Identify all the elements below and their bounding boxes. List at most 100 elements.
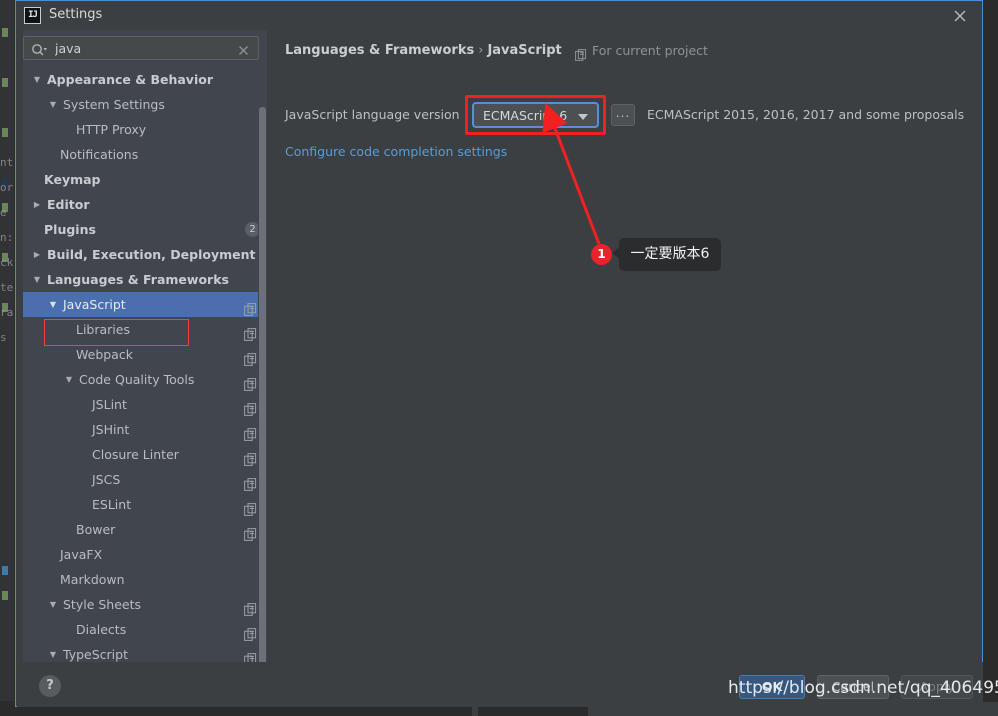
sidebar-item-build-execution-deployment[interactable]: ▶ Build, Execution, Deployment: [23, 242, 267, 267]
search-icon: [31, 42, 48, 61]
search-area: [23, 36, 267, 62]
sidebar-item-jslint[interactable]: JSLint: [23, 392, 267, 417]
copy-settings-icon[interactable]: [244, 473, 257, 491]
configure-code-completion-link[interactable]: Configure code completion settings: [285, 144, 507, 159]
sidebar-item-label: Editor: [47, 197, 90, 212]
chevron-down-icon[interactable]: ▼: [47, 592, 59, 617]
breadcrumb-current: JavaScript: [487, 43, 562, 58]
intellij-logo-icon: IJ: [24, 7, 41, 24]
settings-tree[interactable]: ▼ Appearance & Behavior ▼ System Settings HT…: [23, 67, 267, 662]
copy-settings-icon[interactable]: [244, 598, 257, 616]
sidebar-item-label: TypeScript: [63, 647, 128, 662]
sidebar-item-code-quality-tools[interactable]: ▼ Code Quality Tools: [23, 367, 267, 392]
copy-settings-icon[interactable]: [244, 348, 257, 366]
sidebar-item-keymap[interactable]: Keymap: [23, 167, 267, 192]
copy-settings-icon[interactable]: [244, 373, 257, 391]
copy-settings-icon[interactable]: [244, 648, 257, 662]
chevron-down-icon: [578, 114, 588, 120]
sidebar-item-dialects[interactable]: Dialects: [23, 617, 267, 642]
copy-settings-icon[interactable]: [244, 448, 257, 466]
sidebar-item-label: Plugins: [44, 222, 96, 237]
chevron-down-icon[interactable]: ▼: [63, 367, 75, 392]
copy-settings-icon[interactable]: [244, 523, 257, 541]
project-scope-icon: [575, 46, 587, 61]
sidebar-item-jshint[interactable]: JSHint: [23, 417, 267, 442]
chevron-down-icon[interactable]: ▼: [47, 642, 59, 662]
sidebar-item-label: Appearance & Behavior: [47, 72, 213, 87]
sidebar-item-label: Style Sheets: [63, 597, 142, 612]
settings-main-panel: Languages & Frameworks › JavaScript For cu…: [268, 30, 981, 662]
sidebar-item-system-settings[interactable]: ▼ System Settings: [23, 92, 267, 117]
sidebar-item-editor[interactable]: ▶ Editor: [23, 192, 267, 217]
sidebar-item-typescript[interactable]: ▼ TypeScript: [23, 642, 267, 662]
copy-settings-icon[interactable]: [244, 398, 257, 416]
sidebar-item-label: Notifications: [60, 147, 139, 162]
settings-dialog: IJ Settings java ▼ Appearance & Behavior…: [15, 0, 983, 707]
language-version-dropdown[interactable]: ECMAScript 6: [472, 102, 599, 128]
sidebar-item-libraries[interactable]: Libraries: [23, 317, 267, 342]
sidebar-item-label: JSLint: [92, 397, 127, 412]
chevron-down-icon[interactable]: ▼: [31, 67, 43, 92]
sidebar-item-closure-linter[interactable]: Closure Linter: [23, 442, 267, 467]
chevron-down-icon[interactable]: ▼: [31, 267, 43, 292]
more-options-button[interactable]: ...: [611, 104, 635, 126]
copy-settings-icon[interactable]: [244, 423, 257, 441]
chevron-right-icon[interactable]: ▶: [31, 192, 43, 217]
sidebar-scrollbar-track[interactable]: [258, 67, 267, 692]
sidebar-item-label: JSHint: [92, 422, 130, 437]
sidebar-item-webpack[interactable]: Webpack: [23, 342, 267, 367]
chevron-down-icon[interactable]: ▼: [47, 292, 59, 317]
copy-settings-icon[interactable]: [244, 323, 257, 341]
sidebar-item-label: JSCS: [92, 472, 121, 487]
dialog-title: Settings: [49, 7, 103, 22]
language-version-description: ECMAScript 2015, 2016, 2017 and some pro…: [647, 107, 965, 122]
sidebar-item-label: Keymap: [44, 172, 101, 187]
sidebar-item-label: Markdown: [60, 572, 125, 587]
language-version-label: JavaScript language version: [285, 107, 460, 122]
copy-settings-icon[interactable]: [244, 298, 257, 316]
sidebar-item-http-proxy[interactable]: HTTP Proxy: [23, 117, 267, 142]
sidebar-item-markdown[interactable]: Markdown: [23, 567, 267, 592]
sidebar-item-label: Languages & Frameworks: [47, 272, 229, 287]
sidebar-item-label: Libraries: [76, 322, 130, 337]
sidebar-item-label: JavaFX: [60, 547, 103, 562]
watermark: https://blog.csdn.net/qq_40649503: [728, 678, 998, 698]
sidebar-item-label: Closure Linter: [92, 447, 179, 462]
breadcrumb-parent[interactable]: Languages & Frameworks: [285, 43, 474, 58]
sidebar-item-languages-frameworks[interactable]: ▼ Languages & Frameworks: [23, 267, 267, 292]
breadcrumb-separator: ›: [478, 43, 484, 58]
chevron-right-icon[interactable]: ▶: [31, 242, 43, 267]
sidebar-item-notifications[interactable]: Notifications: [23, 142, 267, 167]
sidebar-item-label: Bower: [76, 522, 116, 537]
sidebar-item-eslint[interactable]: ESLint: [23, 492, 267, 517]
close-icon[interactable]: [949, 5, 971, 27]
copy-settings-icon[interactable]: [244, 623, 257, 641]
sidebar-item-label: Dialects: [76, 622, 127, 637]
sidebar-item-label: System Settings: [63, 97, 165, 112]
copy-settings-icon[interactable]: [244, 498, 257, 516]
sidebar-item-bower[interactable]: Bower: [23, 517, 267, 542]
sidebar-item-label: Webpack: [76, 347, 133, 362]
sidebar-item-style-sheets[interactable]: ▼ Style Sheets: [23, 592, 267, 617]
sidebar-item-label: Build, Execution, Deployment: [47, 247, 256, 262]
chevron-down-icon[interactable]: ▼: [47, 92, 59, 117]
sidebar-scrollbar-thumb[interactable]: [259, 107, 266, 692]
language-version-value: ECMAScript 6: [483, 108, 568, 123]
help-button[interactable]: ?: [39, 675, 61, 697]
sidebar-item-javascript[interactable]: ▼ JavaScript: [23, 292, 267, 317]
search-input[interactable]: [55, 41, 235, 56]
sidebar-item-label: ESLint: [92, 497, 132, 512]
settings-sidebar: ▼ Appearance & Behavior ▼ System Settings HT…: [23, 30, 267, 692]
sidebar-item-label: Code Quality Tools: [79, 372, 195, 387]
dialog-titlebar: IJ Settings: [16, 1, 982, 30]
clear-icon[interactable]: [237, 42, 250, 61]
sidebar-item-label: HTTP Proxy: [76, 122, 147, 137]
scope-label: For current project: [592, 43, 708, 58]
breadcrumb: Languages & Frameworks › JavaScript: [285, 43, 562, 58]
sidebar-item-plugins[interactable]: Plugins 2: [23, 217, 267, 242]
sidebar-item-label: JavaScript: [63, 297, 126, 312]
sidebar-item-jscs[interactable]: JSCS: [23, 467, 267, 492]
sidebar-item-javafx[interactable]: JavaFX: [23, 542, 267, 567]
sidebar-item-appearance-behavior[interactable]: ▼ Appearance & Behavior: [23, 67, 267, 92]
search-box[interactable]: [23, 36, 259, 60]
